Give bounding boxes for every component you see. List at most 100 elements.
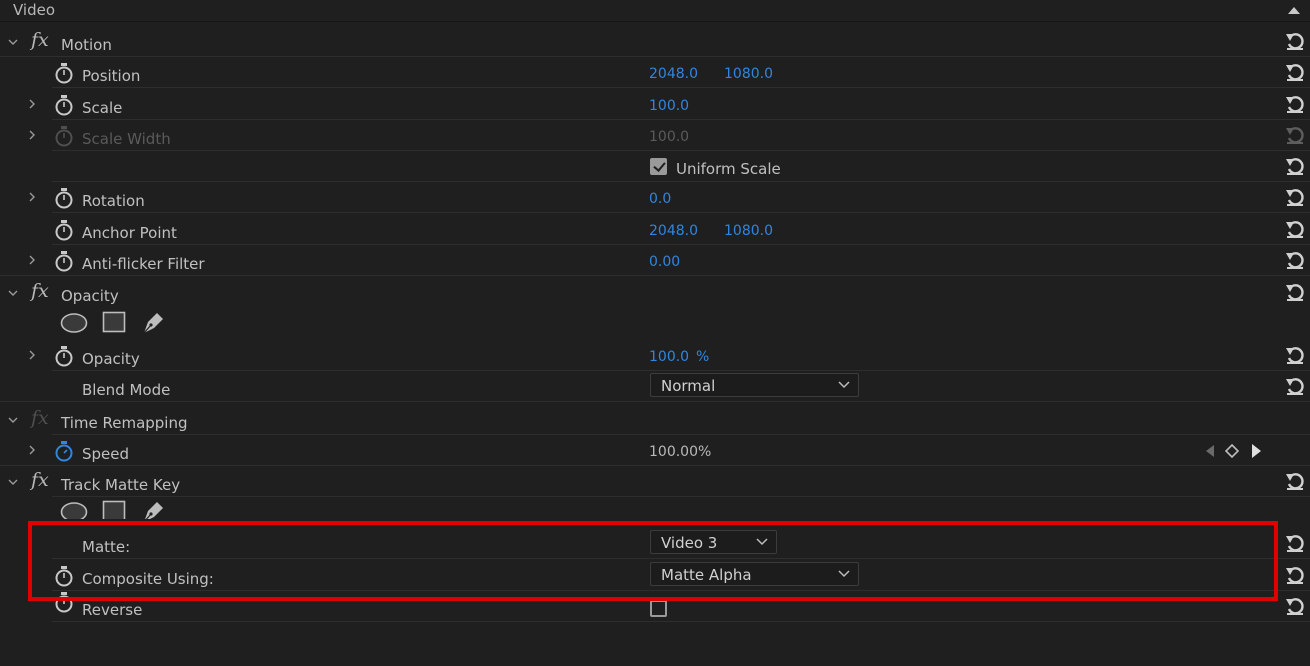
anchor-point-x-value[interactable]: 2048.0 bbox=[649, 223, 698, 239]
reset-icon[interactable] bbox=[1284, 281, 1306, 303]
time-remapping-group-row[interactable]: fx Time Remapping bbox=[0, 404, 1310, 435]
divider bbox=[52, 212, 1310, 213]
stopwatch-icon[interactable] bbox=[54, 591, 74, 613]
stopwatch-icon[interactable] bbox=[54, 250, 74, 272]
anchor-point-y-value[interactable]: 1080.0 bbox=[724, 223, 773, 239]
reset-icon bbox=[1284, 124, 1306, 146]
property-row-uniform-scale: Uniform Scale bbox=[0, 151, 1310, 182]
reset-icon[interactable] bbox=[1284, 218, 1306, 240]
reset-icon[interactable] bbox=[1284, 186, 1306, 208]
rectangle-mask-icon[interactable] bbox=[102, 311, 126, 333]
reset-icon[interactable] bbox=[1284, 61, 1306, 83]
stopwatch-icon[interactable] bbox=[54, 62, 74, 84]
keyframe-next-icon[interactable] bbox=[1250, 443, 1262, 459]
composite-using-label: Composite Using: bbox=[82, 570, 214, 588]
divider bbox=[0, 275, 1310, 276]
blend-mode-label: Blend Mode bbox=[82, 381, 171, 399]
fx-icon[interactable]: fx bbox=[31, 29, 49, 51]
property-row-composite-using: Composite Using: Matte Alpha bbox=[0, 560, 1310, 591]
pen-mask-icon[interactable] bbox=[141, 309, 167, 335]
scale-width-label: Scale Width bbox=[82, 130, 171, 148]
chevron-right-icon[interactable] bbox=[26, 97, 38, 111]
opacity-group-row[interactable]: fx Opacity bbox=[0, 277, 1310, 308]
uniform-scale-checkbox[interactable] bbox=[650, 158, 667, 175]
divider bbox=[52, 621, 1310, 622]
rotation-label: Rotation bbox=[82, 192, 145, 210]
blend-mode-value: Normal bbox=[661, 377, 716, 395]
pen-mask-icon[interactable] bbox=[141, 498, 167, 519]
reset-icon[interactable] bbox=[1284, 249, 1306, 271]
reverse-checkbox[interactable] bbox=[650, 600, 667, 617]
position-x-value[interactable]: 2048.0 bbox=[649, 66, 698, 82]
stopwatch-icon bbox=[54, 125, 74, 147]
uniform-scale-label[interactable]: Uniform Scale bbox=[676, 160, 781, 178]
stopwatch-icon[interactable] bbox=[54, 94, 74, 116]
property-row-reverse: Reverse bbox=[0, 591, 1310, 622]
scale-width-value: 100.0 bbox=[649, 129, 690, 145]
chevron-down-icon[interactable] bbox=[6, 287, 20, 299]
matte-value: Video 3 bbox=[661, 534, 718, 552]
reset-icon[interactable] bbox=[1284, 564, 1306, 586]
reset-icon[interactable] bbox=[1284, 30, 1306, 52]
property-row-opacity: Opacity 100.0 % bbox=[0, 340, 1310, 371]
reset-icon[interactable] bbox=[1284, 93, 1306, 115]
reset-icon[interactable] bbox=[1284, 595, 1306, 617]
keyframe-prev-icon[interactable] bbox=[1204, 443, 1216, 459]
chevron-right-icon bbox=[26, 128, 38, 142]
composite-using-value: Matte Alpha bbox=[661, 566, 752, 584]
stopwatch-icon[interactable] bbox=[54, 565, 74, 587]
chevron-right-icon[interactable] bbox=[26, 190, 38, 204]
property-row-blend-mode: Blend Mode Normal bbox=[0, 371, 1310, 402]
property-row-rotation: Rotation 0.0 bbox=[0, 182, 1310, 213]
motion-group-row[interactable]: fx Motion bbox=[0, 26, 1310, 57]
speed-value[interactable]: 100.00% bbox=[649, 444, 711, 460]
keyframe-add-icon[interactable] bbox=[1225, 443, 1239, 459]
property-row-position: Position 2048.0 1080.0 bbox=[0, 57, 1310, 88]
collapse-caret-icon[interactable] bbox=[1288, 6, 1300, 14]
fx-icon[interactable]: fx bbox=[31, 280, 49, 302]
motion-title: Motion bbox=[61, 36, 112, 54]
chevron-right-icon[interactable] bbox=[26, 348, 38, 362]
rotation-value[interactable]: 0.0 bbox=[649, 191, 671, 207]
reverse-label: Reverse bbox=[82, 601, 143, 619]
property-row-speed: Speed 100.00% bbox=[0, 435, 1310, 466]
stopwatch-icon[interactable] bbox=[54, 219, 74, 241]
chevron-down-icon[interactable] bbox=[6, 476, 20, 488]
blend-mode-dropdown[interactable]: Normal bbox=[650, 373, 859, 397]
divider bbox=[52, 558, 1310, 559]
matte-label: Matte: bbox=[82, 538, 131, 556]
property-row-matte: Matte: Video 3 bbox=[0, 528, 1310, 559]
stopwatch-icon[interactable] bbox=[54, 345, 74, 367]
ellipse-mask-icon[interactable] bbox=[60, 501, 88, 519]
stopwatch-icon[interactable] bbox=[54, 440, 74, 462]
opacity-value[interactable]: 100.0 bbox=[649, 349, 689, 365]
scale-label: Scale bbox=[82, 99, 123, 117]
fx-icon: fx bbox=[31, 407, 49, 429]
chevron-right-icon[interactable] bbox=[26, 443, 38, 457]
position-label: Position bbox=[82, 67, 141, 85]
time-remapping-title: Time Remapping bbox=[61, 414, 188, 432]
reset-icon[interactable] bbox=[1284, 470, 1306, 492]
stopwatch-icon[interactable] bbox=[54, 187, 74, 209]
section-title: Video bbox=[13, 1, 56, 19]
fx-icon[interactable]: fx bbox=[31, 469, 49, 491]
ellipse-mask-icon[interactable] bbox=[60, 312, 88, 334]
scale-value[interactable]: 100.0 bbox=[649, 98, 689, 114]
chevron-down-icon bbox=[838, 570, 850, 578]
reset-icon[interactable] bbox=[1284, 532, 1306, 554]
rectangle-mask-icon[interactable] bbox=[102, 500, 126, 519]
property-row-anti-flicker: Anti-flicker Filter 0.00 bbox=[0, 245, 1310, 276]
track-matte-key-group-row[interactable]: fx Track Matte Key bbox=[0, 466, 1310, 497]
position-y-value[interactable]: 1080.0 bbox=[724, 66, 773, 82]
chevron-down-icon[interactable] bbox=[6, 36, 20, 48]
composite-using-dropdown[interactable]: Matte Alpha bbox=[650, 562, 859, 586]
reset-icon[interactable] bbox=[1284, 344, 1306, 366]
opacity-title: Opacity bbox=[61, 287, 119, 305]
reset-icon[interactable] bbox=[1284, 375, 1306, 397]
matte-dropdown[interactable]: Video 3 bbox=[650, 530, 777, 554]
anti-flicker-value[interactable]: 0.00 bbox=[649, 254, 680, 270]
section-header: Video bbox=[0, 0, 1310, 22]
reset-icon[interactable] bbox=[1284, 155, 1306, 177]
chevron-down-icon[interactable] bbox=[6, 414, 20, 426]
chevron-right-icon[interactable] bbox=[26, 253, 38, 267]
